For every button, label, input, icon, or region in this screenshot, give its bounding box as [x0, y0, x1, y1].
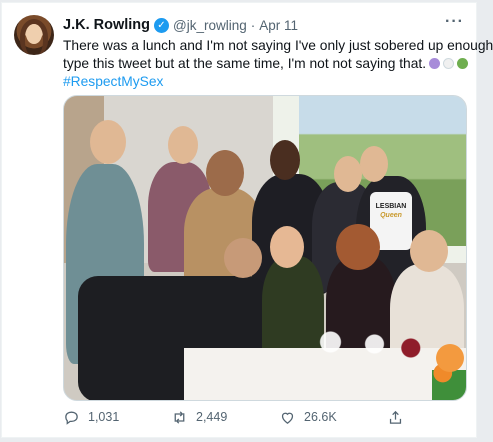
tweet-header: J.K. Rowling ✓ @jk_rowling · Apr 11: [63, 17, 298, 33]
person-1-head: [90, 120, 126, 164]
author-handle[interactable]: @jk_rowling: [173, 18, 247, 33]
author-avatar[interactable]: [14, 15, 54, 55]
purple-heart-icon: [429, 58, 441, 69]
tweet-text: There was a lunch and I'm not saying I'v…: [63, 37, 493, 91]
person-3-head: [206, 150, 244, 196]
person-10-head: [410, 230, 448, 272]
shirt-text: LESBIAN Queen: [370, 202, 412, 220]
tweet-card[interactable]: J.K. Rowling ✓ @jk_rowling · Apr 11 ··· …: [1, 2, 493, 438]
tweet-date[interactable]: Apr 11: [259, 18, 298, 33]
retweet-button[interactable]: 2,449: [171, 409, 227, 426]
tweet-actions: 1,031 2,449 26.6K: [63, 407, 463, 427]
white-heart-icon: [443, 58, 455, 69]
like-count: 26.6K: [304, 410, 337, 424]
tweet-text-line-2-content: type this tweet but at the same time, I'…: [63, 56, 427, 71]
share-button[interactable]: [387, 409, 404, 426]
avatar-face: [26, 24, 42, 44]
retweet-icon: [174, 410, 185, 424]
person-5-head: [334, 156, 362, 192]
reply-button[interactable]: 1,031: [63, 409, 119, 426]
tweet-photo[interactable]: LESBIAN Queen: [63, 95, 467, 401]
wine-glasses: [314, 326, 424, 366]
tweet-text-line-1: There was a lunch and I'm not saying I'v…: [63, 38, 493, 53]
tweet-text-line-2: type this tweet but at the same time, I'…: [63, 55, 469, 73]
shirt-text-line-1: LESBIAN: [375, 203, 407, 210]
like-button[interactable]: 26.6K: [279, 409, 337, 426]
person-6-head: [360, 146, 388, 182]
person-2-head: [168, 126, 198, 164]
person-8-head: [270, 226, 304, 268]
person-7-head: [224, 238, 262, 278]
author-name[interactable]: J.K. Rowling: [63, 17, 150, 33]
verified-badge-icon: ✓: [154, 17, 169, 33]
retweet-count: 2,449: [196, 410, 228, 424]
more-options-icon[interactable]: ···: [445, 14, 464, 30]
hashtag-link[interactable]: #RespectMySex: [63, 73, 468, 91]
shirt-text-line-2: Queen: [380, 212, 402, 219]
share-icon: [389, 410, 402, 424]
person-9-head: [336, 224, 380, 270]
reply-icon: [65, 411, 78, 425]
person-4-head: [270, 140, 300, 180]
header-separator: ·: [250, 17, 256, 33]
photo-flowers: [432, 340, 466, 400]
reply-count: 1,031: [88, 410, 120, 424]
heart-icon: [281, 412, 294, 424]
green-heart-icon: [457, 58, 469, 69]
